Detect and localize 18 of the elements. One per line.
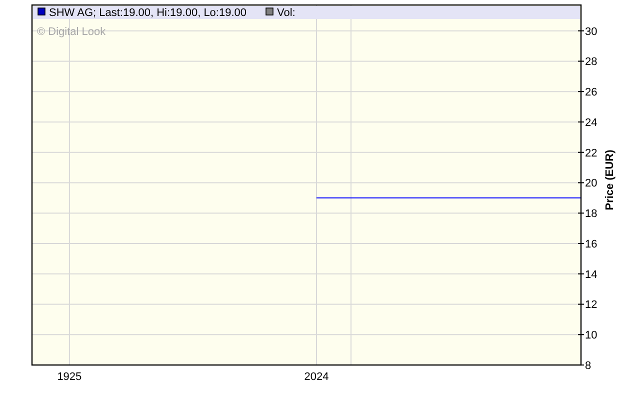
y-tick-label: 28 bbox=[585, 56, 598, 68]
x-tick-label: 2024 bbox=[304, 371, 329, 383]
y-tick-label: 14 bbox=[585, 268, 598, 281]
y-tick-label: 24 bbox=[585, 116, 598, 129]
y-tick-label: 20 bbox=[585, 178, 598, 190]
credit-text: © Digital Look bbox=[37, 26, 106, 38]
legend-label: SHW AG; Last:19.00, Hi:19.00, Lo:19.00 bbox=[49, 7, 247, 19]
y-tick-label: 18 bbox=[585, 208, 598, 220]
y-tick-label: 12 bbox=[585, 299, 598, 312]
y-tick-label: 16 bbox=[585, 238, 598, 250]
y-tick-label: 30 bbox=[585, 26, 598, 38]
legend-label: Vol: bbox=[277, 7, 296, 19]
y-tick-label: 26 bbox=[585, 86, 598, 99]
y-tick-label: 8 bbox=[585, 360, 592, 372]
y-tick-label: 22 bbox=[585, 147, 598, 160]
y-tick-label: 10 bbox=[585, 330, 598, 342]
axis-title: Price (EUR) bbox=[604, 150, 616, 210]
x-tick-label: 1925 bbox=[57, 371, 82, 383]
